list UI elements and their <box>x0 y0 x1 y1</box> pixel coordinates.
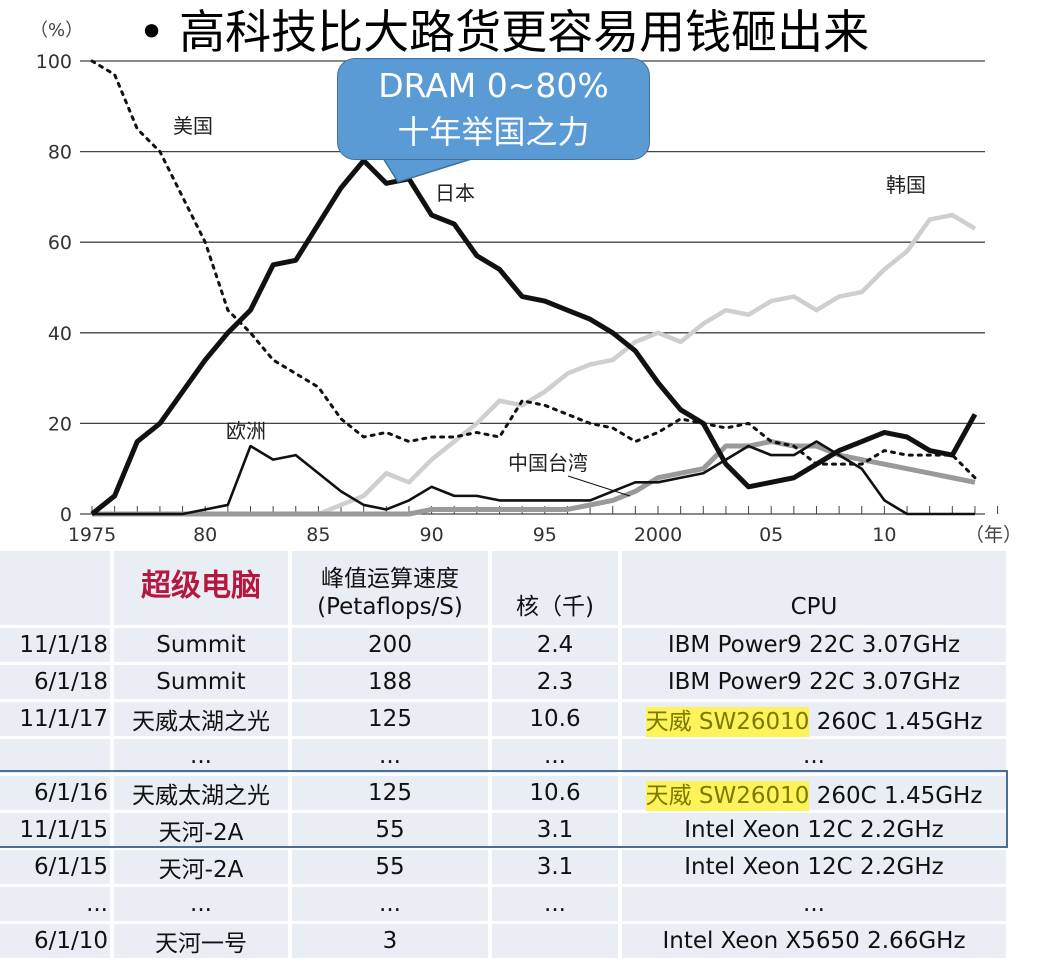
cell-cores: 2.4 <box>492 628 618 662</box>
cell-name: ... <box>114 887 288 921</box>
cell-cpu: 天威 SW26010 260C 1.45GHz <box>622 702 1006 736</box>
cell-peak: 3 <box>292 924 488 958</box>
cell-date <box>0 739 110 773</box>
cpu-highlight: 天威 SW26010 <box>646 707 810 737</box>
cell-cores: 10.6 <box>492 776 618 810</box>
header-peak-line2: (Petaflops/S) <box>292 593 488 621</box>
cpu-text: ... <box>803 891 825 917</box>
cell-cores: 10.6 <box>492 702 618 736</box>
header-name: 超级电脑 <box>114 551 288 625</box>
cell-peak: 200 <box>292 628 488 662</box>
cell-peak: 125 <box>292 776 488 810</box>
cell-date: 11/1/17 <box>0 702 110 736</box>
cpu-text: 260C 1.45GHz <box>809 783 982 809</box>
table-row: 6/1/16天威太湖之光12510.6天威 SW26010 260C 1.45G… <box>0 776 1006 810</box>
cell-cpu: Intel Xeon X5650 2.66GHz <box>622 924 1006 958</box>
cell-cores <box>492 924 618 958</box>
cell-date: ... <box>0 887 110 921</box>
header-cpu: CPU <box>622 551 1006 625</box>
cell-name: 天河一号 <box>114 924 288 958</box>
cell-date: 11/1/18 <box>0 628 110 662</box>
cell-date: 6/1/16 <box>0 776 110 810</box>
cpu-text: Intel Xeon X5650 2.66GHz <box>662 928 965 954</box>
cell-name: 天威太湖之光 <box>114 702 288 736</box>
header-date <box>0 551 110 625</box>
table-row: ............... <box>0 887 1006 921</box>
cell-cores: 3.1 <box>492 850 618 884</box>
cpu-text: 260C 1.45GHz <box>809 709 982 735</box>
cell-cpu: Intel Xeon 12C 2.2GHz <box>622 850 1006 884</box>
cpu-text: IBM Power9 22C 3.07GHz <box>668 669 960 695</box>
header-peak-line1: 峰值运算速度 <box>292 565 488 593</box>
cell-cores: 3.1 <box>492 813 618 847</box>
cpu-text: Intel Xeon 12C 2.2GHz <box>684 817 943 843</box>
cell-cpu: IBM Power9 22C 3.07GHz <box>622 628 1006 662</box>
dram-callout: DRAM 0~80% 十年举国之力 <box>337 58 650 160</box>
cell-cpu: IBM Power9 22C 3.07GHz <box>622 665 1006 699</box>
cell-name: 天河-2A <box>114 850 288 884</box>
cell-cores: 2.3 <box>492 665 618 699</box>
cell-cpu: ... <box>622 887 1006 921</box>
table-row: 11/1/15天河-2A553.1 Intel Xeon 12C 2.2GHz <box>0 813 1006 847</box>
table-row: 6/1/18Summit1882.3 IBM Power9 22C 3.07GHz <box>0 665 1006 699</box>
header-peak: 峰值运算速度(Petaflops/S) <box>292 551 488 625</box>
callout-line1: DRAM 0~80% <box>338 63 649 109</box>
cell-cores: ... <box>492 739 618 773</box>
table-row: 11/1/18Summit2002.4 IBM Power9 22C 3.07GH… <box>0 628 1006 662</box>
table-header-row: 超级电脑 峰值运算速度(Petaflops/S) 核（千) CPU <box>0 551 1006 625</box>
cell-cpu: ... <box>622 739 1006 773</box>
cell-name: Summit <box>114 665 288 699</box>
header-name-text: 超级电脑 <box>141 568 261 603</box>
cell-peak: 55 <box>292 850 488 884</box>
cell-peak: 188 <box>292 665 488 699</box>
cell-peak: 55 <box>292 813 488 847</box>
cpu-text: ... <box>803 743 825 769</box>
cell-peak: ... <box>292 739 488 773</box>
cell-name: 天威太湖之光 <box>114 776 288 810</box>
cell-name: Summit <box>114 628 288 662</box>
table-row: 6/1/15天河-2A553.1 Intel Xeon 12C 2.2GHz <box>0 850 1006 884</box>
cell-name: ... <box>114 739 288 773</box>
cell-date: 6/1/18 <box>0 665 110 699</box>
table-row: ............ <box>0 739 1006 773</box>
cell-peak: ... <box>292 887 488 921</box>
cell-cpu: 天威 SW26010 260C 1.45GHz <box>622 776 1006 810</box>
cell-date: 6/1/10 <box>0 924 110 958</box>
cell-date: 11/1/15 <box>0 813 110 847</box>
cell-date: 6/1/15 <box>0 850 110 884</box>
header-cores: 核（千) <box>492 551 618 625</box>
callout-line2: 十年举国之力 <box>338 109 649 155</box>
cpu-text: Intel Xeon 12C 2.2GHz <box>684 854 943 880</box>
table-row: 11/1/17天威太湖之光12510.6天威 SW26010 260C 1.45… <box>0 702 1006 736</box>
cell-cpu: Intel Xeon 12C 2.2GHz <box>622 813 1006 847</box>
cpu-highlight: 天威 SW26010 <box>646 781 810 811</box>
table-row: 6/1/10天河一号3 Intel Xeon X5650 2.66GHz <box>0 924 1006 958</box>
cell-peak: 125 <box>292 702 488 736</box>
cell-name: 天河-2A <box>114 813 288 847</box>
cpu-text: IBM Power9 22C 3.07GHz <box>668 632 960 658</box>
supercomputer-table: 超级电脑 峰值运算速度(Petaflops/S) 核（千) CPU 11/1/1… <box>0 548 1010 961</box>
cell-cores: ... <box>492 887 618 921</box>
